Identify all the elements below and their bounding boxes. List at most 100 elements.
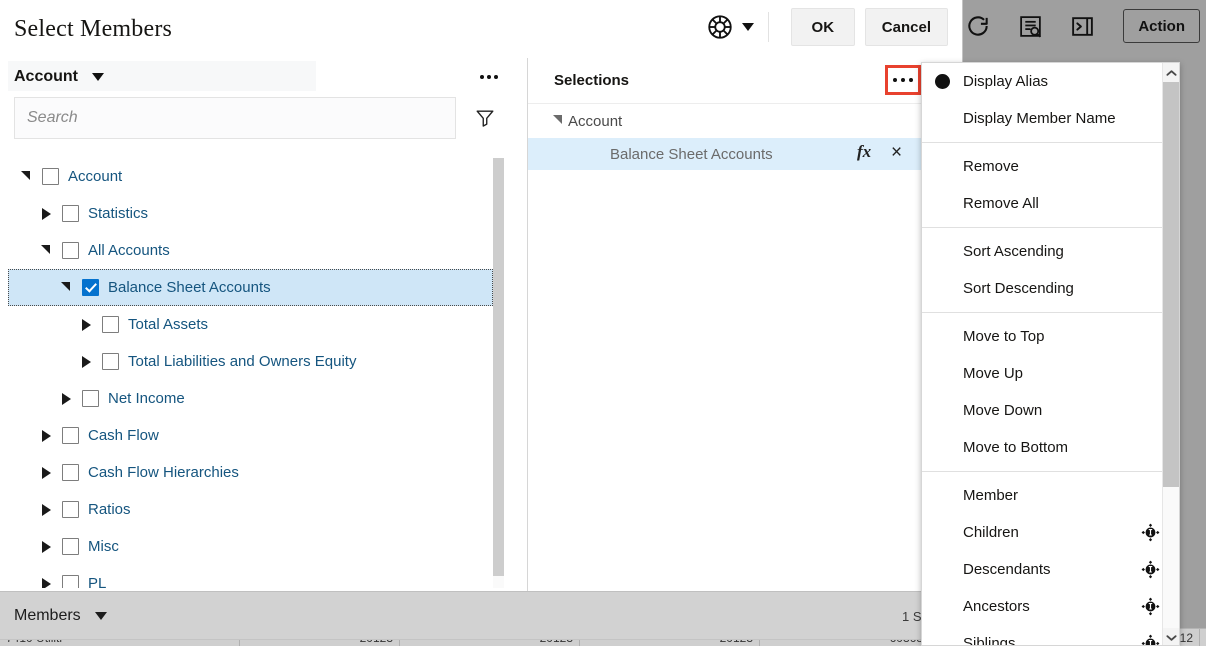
collapse-panel-icon[interactable]: [1067, 11, 1097, 41]
member-tree-pane: Account AccountSt: [0, 58, 528, 591]
tree-node[interactable]: Statistics: [8, 195, 493, 232]
selection-label: Balance Sheet Accounts: [610, 145, 773, 163]
tree-node-checkbox[interactable]: [62, 242, 79, 259]
menu-item-label: Move to Bottom: [963, 439, 1069, 456]
cancel-button[interactable]: Cancel: [864, 8, 948, 46]
tree-node-label: Net Income: [108, 390, 185, 407]
refresh-icon[interactable]: [963, 11, 993, 41]
collapse-triangle-icon[interactable]: [56, 278, 76, 298]
tree-node-checkbox[interactable]: [62, 575, 79, 588]
menu-item-display-member-name[interactable]: Display Member Name: [922, 100, 1179, 137]
menu-item-ancestors[interactable]: Ancestors: [922, 588, 1179, 625]
tree-node-checkbox[interactable]: [62, 427, 79, 444]
expand-triangle-icon[interactable]: [76, 352, 96, 372]
menu-item-label: Children: [963, 524, 1019, 541]
menu-item-move-up[interactable]: Move Up: [922, 355, 1179, 392]
menu-item-label: Descendants: [963, 561, 1051, 578]
tree-node[interactable]: Ratios: [8, 491, 493, 528]
tree-node-checkbox[interactable]: [62, 538, 79, 555]
tree-node-checkbox[interactable]: [102, 316, 119, 333]
header-divider: [767, 12, 769, 42]
tree-node[interactable]: PL: [8, 565, 493, 588]
filter-funnel-icon[interactable]: [474, 107, 496, 129]
tree-node-checkbox[interactable]: [42, 168, 59, 185]
tree-node-checkbox[interactable]: [62, 501, 79, 518]
tree-node-label: Misc: [88, 538, 119, 555]
menu-scrollbar[interactable]: [1162, 63, 1179, 645]
function-fx-icon[interactable]: fx: [857, 142, 871, 162]
tree-node[interactable]: Total Assets: [8, 306, 493, 343]
expand-triangle-icon[interactable]: [36, 204, 56, 224]
help-chevron-down-icon[interactable]: [741, 23, 754, 31]
expand-triangle-icon[interactable]: [76, 315, 96, 335]
menu-item-sort-descending[interactable]: Sort Descending: [922, 270, 1179, 307]
menu-item-siblings[interactable]: Siblings: [922, 625, 1179, 645]
menu-item-move-to-top[interactable]: Move to Top: [922, 318, 1179, 355]
dimension-chevron-down-icon[interactable]: [92, 73, 104, 81]
tree-node-label: Statistics: [88, 205, 149, 222]
tree-node[interactable]: Misc: [8, 528, 493, 565]
tree-node-checkbox[interactable]: [62, 464, 79, 481]
tree-node[interactable]: Account: [8, 158, 493, 195]
expand-triangle-icon[interactable]: [36, 537, 56, 557]
expand-triangle-icon[interactable]: [36, 463, 56, 483]
tree-node[interactable]: Cash Flow: [8, 417, 493, 454]
tree-node[interactable]: Cash Flow Hierarchies: [8, 454, 493, 491]
tree-node[interactable]: Total Liabilities and Owners Equity: [8, 343, 493, 380]
search-input[interactable]: [14, 97, 456, 139]
collapse-triangle-icon[interactable]: [36, 241, 56, 261]
menu-item-label: Move Down: [963, 402, 1043, 419]
menu-item-remove-all[interactable]: Remove All: [922, 185, 1179, 222]
expand-triangle-icon[interactable]: [36, 426, 56, 446]
menu-item-label: Display Member Name: [963, 110, 1116, 127]
expand-triangle-icon[interactable]: [36, 500, 56, 520]
expand-triangle-icon[interactable]: [56, 389, 76, 409]
expand-triangle-icon[interactable]: [548, 111, 568, 131]
ellipsis-icon: [487, 75, 491, 79]
remove-selection-close-icon[interactable]: ×: [891, 141, 902, 165]
menu-item-move-to-bottom[interactable]: Move to Bottom: [922, 429, 1179, 466]
menu-item-move-down[interactable]: Move Down: [922, 392, 1179, 429]
lifesaver-help-icon[interactable]: [706, 13, 734, 41]
chevron-down-icon[interactable]: [1163, 628, 1179, 645]
menu-item-children[interactable]: Children: [922, 514, 1179, 551]
selections-overflow-menu-button[interactable]: [885, 65, 921, 95]
action-button[interactable]: Action: [1123, 9, 1200, 43]
footer-chevron-down-icon[interactable]: [94, 612, 107, 620]
selection-row[interactable]: Balance Sheet Accounts fx ×: [528, 138, 962, 170]
footer-label: Members: [14, 607, 81, 624]
menu-scrollbar-thumb[interactable]: [1163, 82, 1179, 487]
menu-item-remove[interactable]: Remove: [922, 148, 1179, 185]
menu-item-label: Move to Top: [963, 328, 1045, 345]
dimension-selector[interactable]: Account: [0, 58, 527, 96]
expand-triangle-icon[interactable]: [36, 574, 56, 589]
menu-item-label: Ancestors: [963, 598, 1030, 615]
menu-item-display-alias[interactable]: Display Alias: [922, 63, 1179, 100]
menu-item-member[interactable]: Member: [922, 477, 1179, 514]
selections-title: Selections: [554, 72, 630, 89]
tree-node-checkbox[interactable]: [102, 353, 119, 370]
context-menu-list: Display Alias Display Member Name Remove Re…: [922, 63, 1179, 645]
menu-item-label: Sort Descending: [963, 280, 1074, 297]
tree-node-label: Total Assets: [128, 316, 209, 333]
menu-item-descendants[interactable]: Descendants: [922, 551, 1179, 588]
tree-node[interactable]: Balance Sheet Accounts: [8, 269, 493, 306]
tree-node-label: All Accounts: [88, 242, 170, 259]
tree-node-checkbox[interactable]: [82, 279, 99, 296]
tree-scrollbar-thumb[interactable]: [493, 158, 504, 576]
chevron-up-icon[interactable]: [1163, 63, 1179, 82]
member-tree[interactable]: Account Statistics All Accounts Balance She…: [8, 158, 493, 588]
tree-node-label: Total Liabilities and Owners Equity: [128, 353, 357, 370]
selections-group-row[interactable]: Account: [528, 104, 962, 138]
collapse-triangle-icon[interactable]: [16, 167, 36, 187]
tree-node[interactable]: All Accounts: [8, 232, 493, 269]
inspect-data-icon[interactable]: [1015, 11, 1045, 41]
tree-overflow-menu-button[interactable]: [475, 66, 503, 88]
tree-node[interactable]: Net Income: [8, 380, 493, 417]
tree-node-checkbox[interactable]: [62, 205, 79, 222]
tree-node-checkbox[interactable]: [82, 390, 99, 407]
help-menu[interactable]: [706, 13, 754, 41]
ok-button[interactable]: OK: [790, 8, 855, 46]
menu-item-sort-ascending[interactable]: Sort Ascending: [922, 233, 1179, 270]
footer-members-selector[interactable]: Members: [14, 607, 107, 625]
